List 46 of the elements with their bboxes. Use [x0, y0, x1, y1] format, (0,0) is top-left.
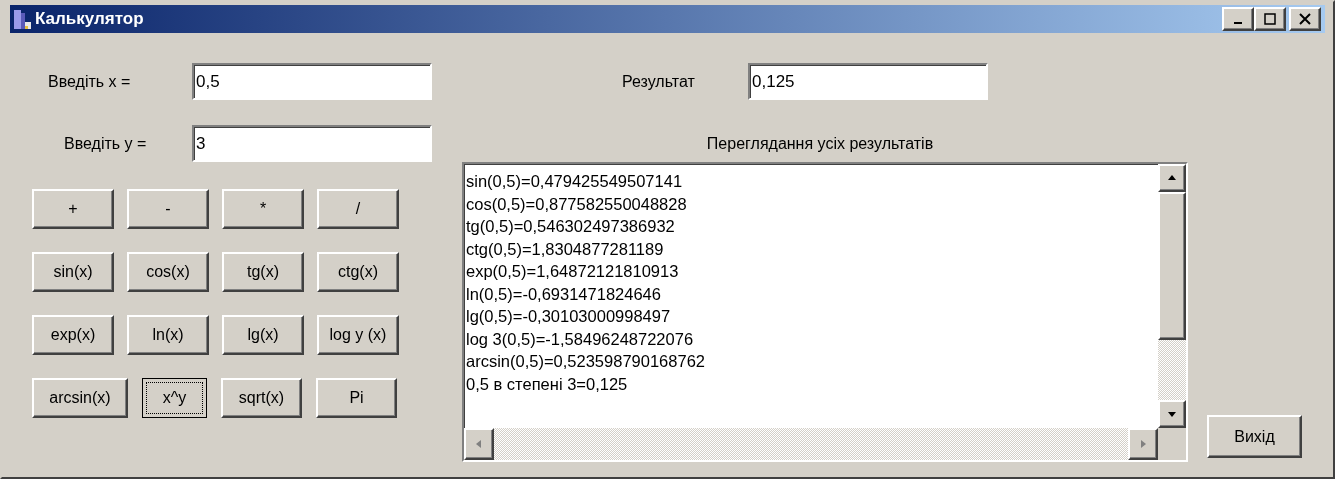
scrollbar-corner — [1158, 428, 1186, 460]
calculator-button[interactable]: exp(x) — [32, 315, 114, 355]
calculator-button[interactable]: - — [127, 189, 209, 229]
calculator-button[interactable]: cos(x) — [127, 252, 209, 292]
calculator-button[interactable]: / — [317, 189, 399, 229]
history-line: 0,5 в степені 3=0,125 — [466, 373, 629, 395]
history-line: exp(0,5)=1,64872121810913 — [466, 261, 680, 282]
maximize-icon — [1263, 13, 1277, 25]
input-field[interactable]: 0,5 — [192, 63, 432, 100]
minimize-icon — [1234, 22, 1242, 24]
calculator-button[interactable]: + — [32, 189, 114, 229]
field-label: Введіть y = — [64, 134, 147, 152]
calculator-button[interactable]: * — [222, 189, 304, 229]
history-title: Переглядання усіх результатів — [706, 134, 934, 154]
history-line: lg(0,5)=-0,30103000998497 — [466, 306, 672, 327]
vertical-scrollbar[interactable] — [1158, 164, 1186, 428]
calculator-button[interactable]: log y (x) — [317, 315, 399, 355]
window-title: Калькулятор — [35, 8, 144, 31]
history-line: ctg(0,5)=1,8304877281189 — [466, 238, 665, 260]
history-line: arcsin(0,5)=0,523598790168762 — [466, 351, 706, 372]
calculator-button[interactable]: ctg(x) — [317, 252, 399, 292]
calculator-button[interactable]: Pi — [316, 378, 397, 418]
result-field[interactable]: 0,125 — [748, 63, 988, 100]
calculator-button[interactable]: tg(x) — [222, 252, 304, 292]
history-line: tg(0,5)=0,546302497386932 — [466, 216, 676, 237]
calculator-button[interactable]: x^y — [142, 378, 207, 418]
maximize-button[interactable] — [1254, 7, 1286, 31]
calculator-button[interactable]: ln(x) — [127, 315, 209, 355]
exit-button[interactable]: Вихід — [1207, 415, 1302, 458]
calculator-button[interactable]: lg(x) — [222, 315, 304, 355]
calculator-button[interactable]: arcsin(x) — [32, 378, 128, 418]
buildings-icon — [12, 8, 34, 30]
history-line: ln(0,5)=-0,6931471824646 — [466, 283, 662, 305]
field-label: Введіть x = — [48, 72, 131, 90]
history-line: cos(0,5)=0,877582550048828 — [466, 193, 688, 215]
close-button[interactable] — [1289, 7, 1321, 31]
minimize-button[interactable] — [1222, 7, 1254, 31]
result-label: Результат — [622, 71, 696, 92]
history-line: sin(0,5)=0,479425549507141 — [466, 171, 684, 192]
input-field[interactable]: 3 — [192, 125, 432, 162]
close-icon — [1298, 13, 1312, 25]
history-list[interactable] — [462, 162, 1188, 462]
calculator-button[interactable]: sin(x) — [32, 252, 114, 292]
horizontal-scrollbar[interactable] — [464, 428, 1158, 460]
calculator-button[interactable]: sqrt(x) — [221, 378, 302, 418]
history-line: log 3(0,5)=-1,58496248722076 — [466, 328, 695, 350]
